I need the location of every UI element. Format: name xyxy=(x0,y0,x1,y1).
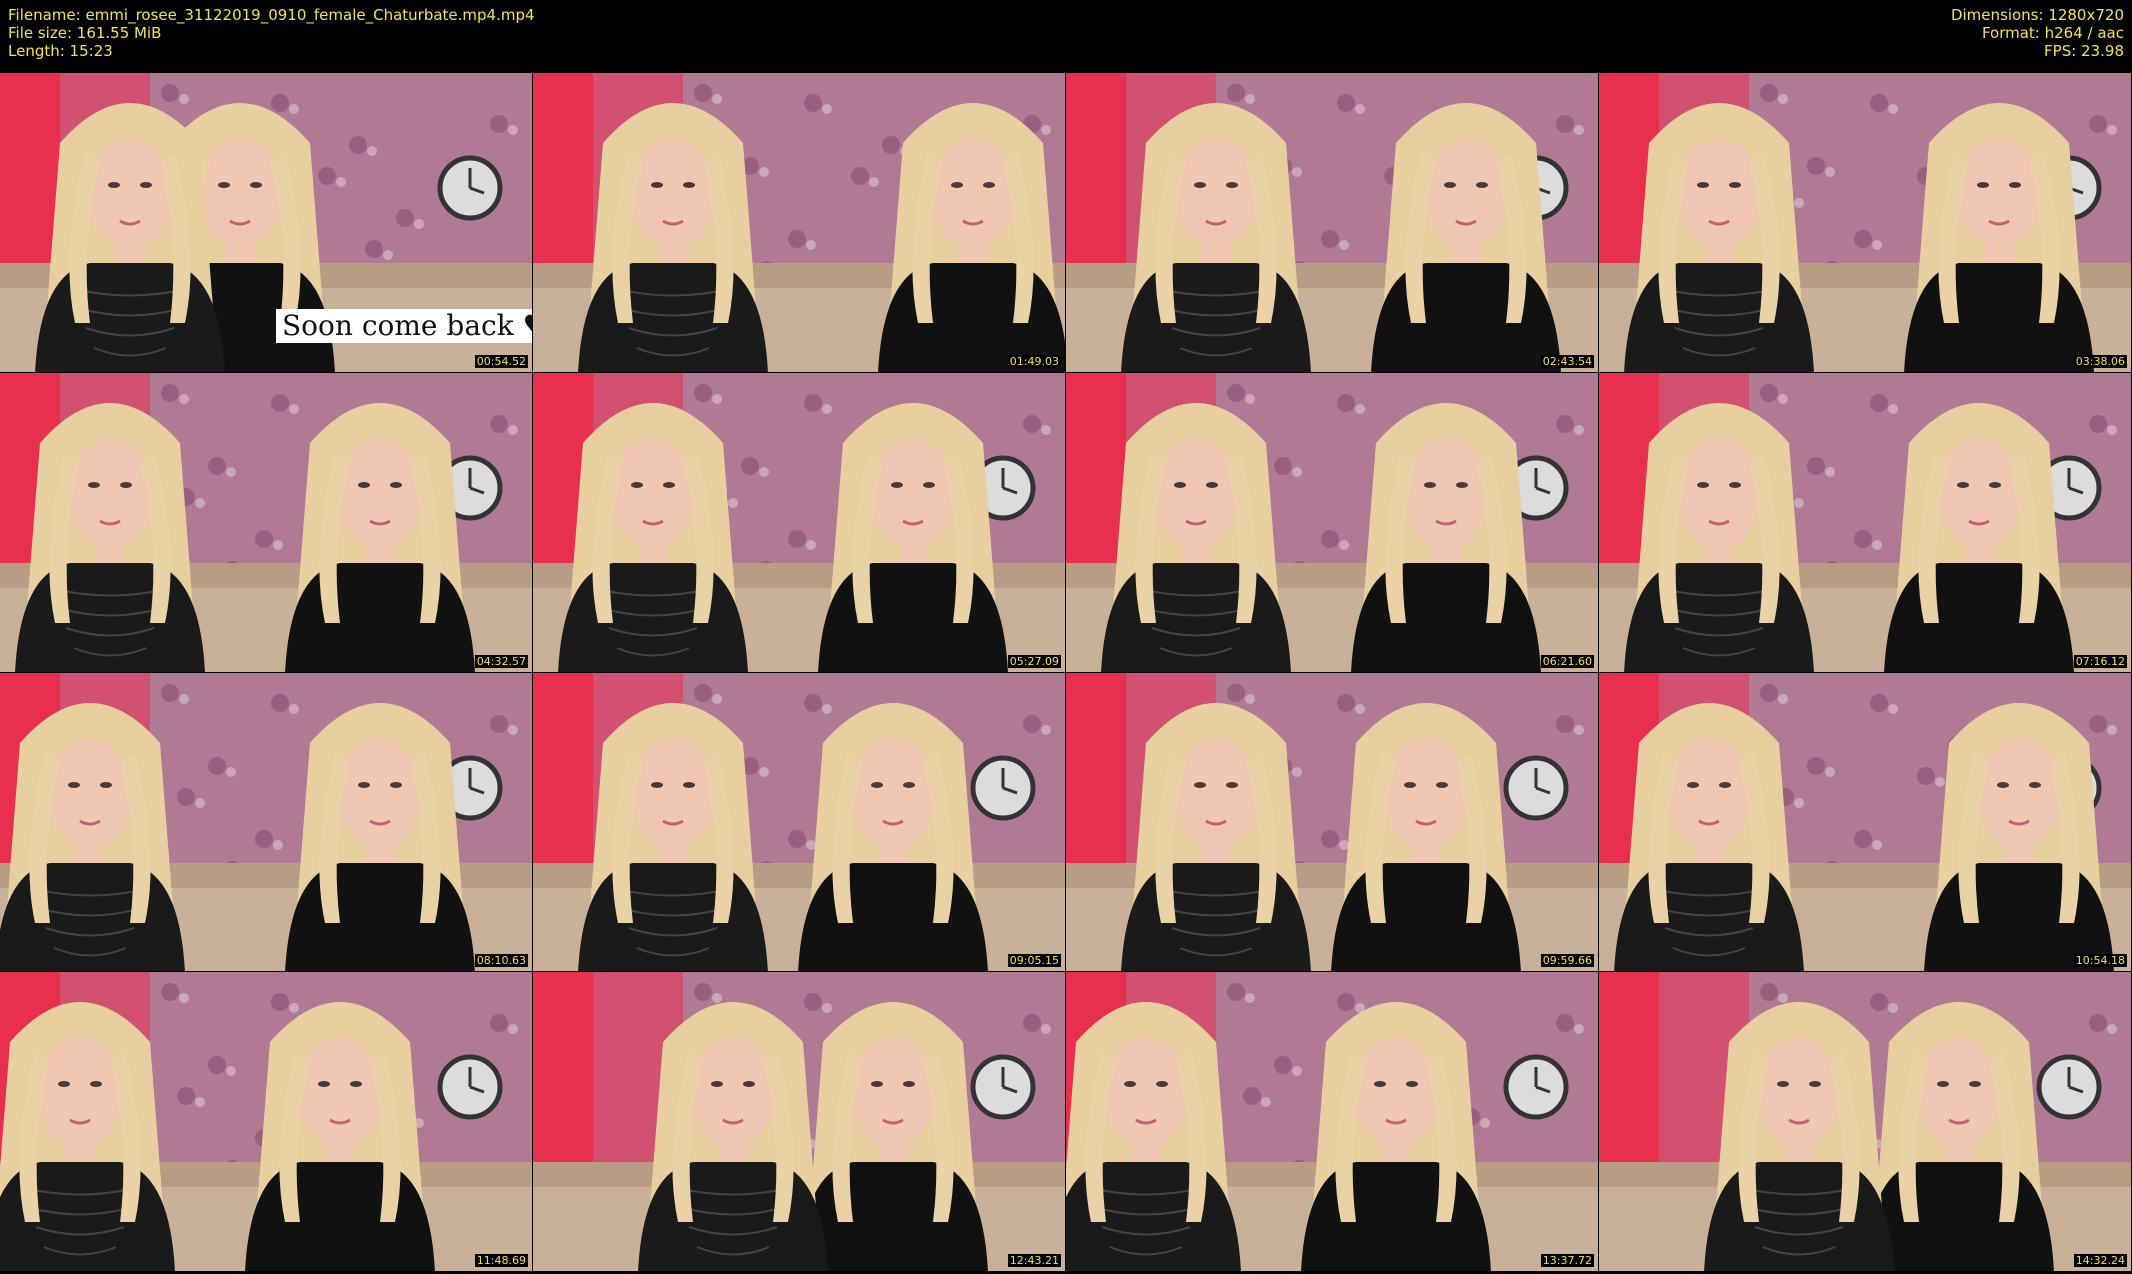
timestamp-label: 11:48.69 xyxy=(474,1254,528,1267)
timestamp-label: 08:10.63 xyxy=(474,954,528,968)
length-text: Length: 15:23 xyxy=(8,42,113,60)
thumbnail-frame-image xyxy=(533,972,1065,1272)
format-text: Format: h264 / aac xyxy=(1981,24,2124,42)
video-thumbnail: 06:21.60 xyxy=(1066,372,1599,673)
video-thumbnail: 14:32.24 xyxy=(1599,972,2132,1272)
video-thumbnail: 11:48.69 xyxy=(0,972,533,1272)
thumbnail-frame-image xyxy=(0,372,532,672)
dimensions-text: Dimensions: 1280x720 xyxy=(1950,6,2124,24)
thumbnail-frame-image xyxy=(1599,672,2131,972)
filesize-text: File size: 161.55 MiB xyxy=(8,24,162,42)
video-thumbnail: 01:49.03 xyxy=(533,73,1066,373)
video-thumbnail: 10:54.18 xyxy=(1599,672,2132,973)
thumbnail-frame-image xyxy=(1066,672,1598,972)
timestamp-label: 07:16.12 xyxy=(2073,654,2127,668)
video-thumbnail: 09:59.66 xyxy=(1066,672,1599,973)
video-thumbnail: 05:27.09 xyxy=(533,372,1066,673)
thumbnail-frame-image xyxy=(533,372,1065,672)
video-thumbnail: 02:43.54 xyxy=(1066,73,1599,373)
overlay-caption: Soon come back ♥ xyxy=(276,309,532,343)
video-thumbnail: 07:16.12 xyxy=(1599,372,2132,673)
thumbnail-frame-image xyxy=(1066,372,1598,672)
timestamp-label: 10:54.18 xyxy=(2073,954,2127,968)
timestamp-label: 01:49.03 xyxy=(1007,354,1061,368)
thumbnail-frame-image xyxy=(0,672,532,972)
file-info-right: Dimensions: 1280x720 Format: h264 / aac … xyxy=(1951,6,2124,60)
thumbnail-frame-image xyxy=(0,972,532,1272)
thumbnail-frame-image xyxy=(533,73,1065,372)
timestamp-label: 00:54.52 xyxy=(474,354,528,368)
info-header: Filename: emmi_rosee_31122019_0910_femal… xyxy=(0,0,2132,73)
file-info-left: Filename: emmi_rosee_31122019_0910_femal… xyxy=(8,6,535,60)
video-thumbnail: 13:37.72 xyxy=(1066,972,1599,1272)
thumbnail-frame-image xyxy=(1066,972,1598,1272)
video-thumbnail: 03:38.06 xyxy=(1599,73,2132,373)
video-thumbnail: 08:10.63 xyxy=(0,672,533,973)
timestamp-label: 12:43.21 xyxy=(1007,1254,1061,1267)
thumbnail-frame-image xyxy=(1599,372,2131,672)
timestamp-label: 05:27.09 xyxy=(1007,654,1061,668)
video-thumbnail: 12:43.21 xyxy=(533,972,1066,1272)
thumbnail-frame-image xyxy=(1599,73,2131,372)
video-thumbnail: 09:05.15 xyxy=(533,672,1066,973)
thumbnail-frame-image xyxy=(1599,972,2131,1272)
thumbnail-frame-image xyxy=(1066,73,1598,372)
fps-text: FPS: 23.98 xyxy=(2044,42,2124,60)
timestamp-label: 09:05.15 xyxy=(1007,954,1061,968)
timestamp-label: 06:21.60 xyxy=(1540,654,1594,668)
video-thumbnail: 04:32.57 xyxy=(0,372,533,673)
thumbnail-frame-image xyxy=(533,672,1065,972)
thumbnail-grid: Soon come back ♥ 00:54.52 01:49.03 02:43.54… xyxy=(0,73,2132,1272)
timestamp-label: 09:59.66 xyxy=(1540,954,1594,968)
timestamp-label: 04:32.57 xyxy=(474,654,528,668)
filename-text: Filename: emmi_rosee_31122019_0910_femal… xyxy=(8,6,535,24)
timestamp-label: 02:43.54 xyxy=(1540,354,1594,368)
timestamp-label: 03:38.06 xyxy=(2073,354,2127,368)
timestamp-label: 14:32.24 xyxy=(2073,1254,2127,1267)
timestamp-label: 13:37.72 xyxy=(1540,1254,1594,1267)
video-thumbnail: Soon come back ♥ 00:54.52 xyxy=(0,73,533,373)
